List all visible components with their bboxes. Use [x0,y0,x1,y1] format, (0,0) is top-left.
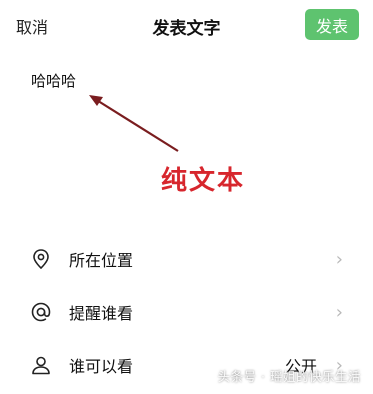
option-label: 谁可以看 [69,357,134,376]
watermark: 头条号 · 瑶姐的快乐生活 [217,369,361,384]
person-icon [30,354,52,376]
option-label: 提醒谁看 [69,304,134,323]
annotation-arrow-line [94,98,179,152]
option-row-remind[interactable]: 提醒谁看 › [0,292,373,332]
option-row-location[interactable]: 所在位置 › [0,239,373,279]
chevron-right-icon: › [335,248,343,270]
publish-button[interactable]: 发表 [305,9,359,40]
post-text-input[interactable]: 哈哈哈 [31,70,76,91]
annotation-arrow-head [89,95,103,106]
annotation-arrow [89,95,179,152]
location-pin-icon [30,248,52,270]
annotation-label: 纯文本 [161,166,246,196]
at-sign-icon [30,301,52,323]
chevron-right-icon: › [335,301,343,323]
option-label: 所在位置 [69,251,134,270]
